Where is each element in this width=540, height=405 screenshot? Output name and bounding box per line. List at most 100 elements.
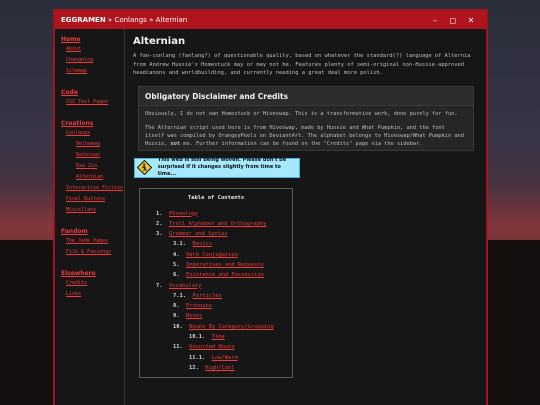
- sidebar-heading-fandom[interactable]: Fandom: [61, 228, 124, 235]
- sidebar-heading-creations[interactable]: Creations: [61, 120, 124, 127]
- disclaimer-box: Obligatory Disclaimer and Credits Obviou…: [138, 85, 474, 151]
- toc-entry: 4. Verb Conjugation: [140, 250, 292, 260]
- toc-entry-link[interactable]: Time: [212, 334, 225, 340]
- sidebar-item-miscellany[interactable]: Miscellany: [66, 207, 124, 213]
- toc-entry: 8. Pronouns: [140, 301, 292, 311]
- sidebar-item-filk-fansongs[interactable]: Filk & Fansongs: [66, 249, 124, 255]
- toc-entry-link[interactable]: Imperatives and Requests: [186, 262, 264, 268]
- sidebar-item-links[interactable]: Links: [66, 291, 124, 297]
- toc-entry-link[interactable]: Nouns By Category/Grouping: [189, 324, 273, 330]
- toc-entry-number: 10.: [173, 323, 183, 330]
- table-of-contents: Table of Contents 1. Phonology 2. Troll A…: [139, 187, 293, 379]
- sidebar-item-changelog[interactable]: Changelog: [66, 57, 124, 63]
- toc-entry-number: 4.: [173, 251, 180, 258]
- toc-entry-link[interactable]: Vocabulary: [169, 283, 201, 289]
- sidebar-nav: Home About Changelog Sitemap Code CSS Te…: [55, 29, 125, 405]
- toc-entry: 6. Existence and Possession: [140, 270, 292, 280]
- sidebar-item-conlangs[interactable]: Conlangs: [66, 130, 124, 136]
- toc-entry-number: 7.: [156, 282, 163, 289]
- sidebar-item-helhemag[interactable]: Helhemag: [76, 141, 124, 147]
- toc-entry-number: 6.: [173, 272, 180, 279]
- breadcrumb-conlangs[interactable]: Conlangs: [114, 16, 146, 24]
- toc-entry-number: 1.: [156, 210, 163, 217]
- toc-entry-number: 11.: [173, 344, 183, 351]
- toc-entry-number: 8.: [173, 303, 180, 310]
- toc-entry: 12. High/Cool: [140, 363, 292, 373]
- sidebar-item-ewa-zio[interactable]: Ewa Zio: [76, 163, 124, 169]
- credits-link[interactable]: "Credits": [324, 141, 353, 147]
- toc-entry-number: 12.: [189, 364, 199, 371]
- toc-entry-link[interactable]: Pronouns: [186, 303, 212, 309]
- notice-line-2: surprised if it changes slightly from ti…: [157, 164, 281, 177]
- toc-entry-number: 5.: [173, 261, 180, 268]
- sidebar-heading-elsewhere[interactable]: Elsewhere: [61, 270, 124, 277]
- sidebar-item-css-test-pages[interactable]: CSS Test Pages: [66, 99, 124, 105]
- breadcrumb-separator: »: [107, 16, 113, 24]
- toc-entry: 3. Grammar and Syntax: [140, 229, 292, 239]
- minimize-icon[interactable]: –: [426, 16, 444, 25]
- toc-entry-link[interactable]: Troll Alphabet and Orthography: [169, 221, 266, 227]
- toc-entry-number: 9.: [173, 313, 180, 320]
- window-titlebar: EGGRAMEN » Conlangs » Alternian – ◻ ✕: [55, 11, 486, 29]
- toc-list: 1. Phonology 2. Troll Alphabet and Orthog…: [140, 209, 292, 374]
- main-content: Alternian A fan-conlang (fanlang?) of qu…: [125, 29, 486, 405]
- toc-entry-link[interactable]: Unsorted Nouns: [189, 344, 234, 350]
- sidebar-item-pixel-buttons[interactable]: Pixel Buttons: [66, 196, 124, 202]
- toc-entry: 10.1. Time: [140, 332, 292, 342]
- toc-entry: 5. Imperatives and Requests: [140, 260, 292, 270]
- disclaimer-text: me. Further information can be found on …: [180, 140, 324, 147]
- sidebar-item-credits[interactable]: Credits: [66, 280, 124, 286]
- disclaimer-text: page via the sidebar.: [352, 140, 423, 147]
- disclaimer-paragraph-2: The Alternian script used here is from H…: [139, 120, 473, 150]
- sidebar-item-alternian[interactable]: Alternian: [76, 174, 124, 180]
- intro-paragraph: A fan-conlang (fanlang?) of questionable…: [133, 53, 471, 76]
- under-construction-notice: This web is still being woven. Please do…: [134, 157, 300, 178]
- toc-entry-number: 10.1.: [189, 334, 206, 341]
- toc-entry: 7. Vocabulary: [140, 281, 292, 291]
- sidebar-item-jade-pages[interactable]: The Jade Pages: [66, 238, 124, 244]
- toc-entry: 11.1. Low/Warm: [140, 353, 292, 363]
- toc-entry-link[interactable]: Nouns: [186, 313, 202, 319]
- toc-entry-link[interactable]: Grammar and Syntax: [169, 231, 227, 237]
- breadcrumb: EGGRAMEN » Conlangs » Alternian: [61, 16, 426, 24]
- toc-entry-number: 7.1.: [173, 292, 186, 299]
- toc-entry-number: 11.1.: [189, 354, 206, 361]
- toc-entry: 1. Phonology: [140, 209, 292, 219]
- toc-entry-number: 3.: [156, 231, 163, 238]
- toc-entry-link[interactable]: High/Cool: [205, 365, 234, 371]
- notice-line-1: This web is still being woven. Please do…: [157, 157, 287, 163]
- close-icon[interactable]: ✕: [462, 16, 480, 25]
- sidebar-heading-home[interactable]: Home: [61, 36, 124, 43]
- toc-entry: 11. Unsorted Nouns: [140, 342, 292, 352]
- toc-entry: 2. Troll Alphabet and Orthography: [140, 219, 292, 229]
- maximize-icon[interactable]: ◻: [444, 16, 462, 25]
- toc-entry-link[interactable]: Particles: [192, 293, 221, 299]
- sidebar-item-about[interactable]: About: [66, 46, 124, 52]
- toc-entry-number: 3.1.: [173, 241, 186, 248]
- toc-entry: 3.1. Basics: [140, 239, 292, 249]
- toc-entry: 10. Nouns By Category/Grouping: [140, 322, 292, 332]
- sidebar-item-nateraan[interactable]: Nateraan: [76, 152, 124, 158]
- page-title: Alternian: [133, 36, 186, 47]
- construction-sign-icon: [137, 160, 153, 176]
- disclaimer-paragraph-1: Obviously, I do not own Homestuck or Hiv…: [145, 110, 458, 117]
- sidebar-heading-code[interactable]: Code: [61, 89, 124, 96]
- toc-entry-link[interactable]: Phonology: [169, 211, 198, 217]
- disclaimer-emphasis: not: [170, 140, 181, 147]
- toc-entry: 9. Nouns: [140, 311, 292, 321]
- toc-entry-link[interactable]: Existence and Possession: [186, 272, 264, 278]
- breadcrumb-separator: »: [149, 16, 154, 24]
- breadcrumb-home[interactable]: EGGRAMEN: [61, 16, 106, 24]
- toc-entry: 7.1. Particles: [140, 291, 292, 301]
- toc-entry-link[interactable]: Verb Conjugation: [186, 252, 238, 258]
- sidebar-item-interactive-fiction[interactable]: Interactive Fiction: [66, 185, 124, 191]
- notice-text: This web is still being woven. Please do…: [158, 157, 299, 178]
- toc-title: Table of Contents: [187, 194, 245, 201]
- toc-entry-link[interactable]: Low/Warm: [212, 355, 238, 361]
- sidebar-item-sitemap[interactable]: Sitemap: [66, 68, 124, 74]
- breadcrumb-current: Alternian: [155, 16, 188, 24]
- disclaimer-heading: Obligatory Disclaimer and Credits: [139, 86, 473, 106]
- toc-entry-link[interactable]: Basics: [192, 241, 211, 247]
- site-window: EGGRAMEN » Conlangs » Alternian – ◻ ✕ Ho…: [53, 9, 488, 405]
- toc-entry-number: 2.: [156, 220, 163, 227]
